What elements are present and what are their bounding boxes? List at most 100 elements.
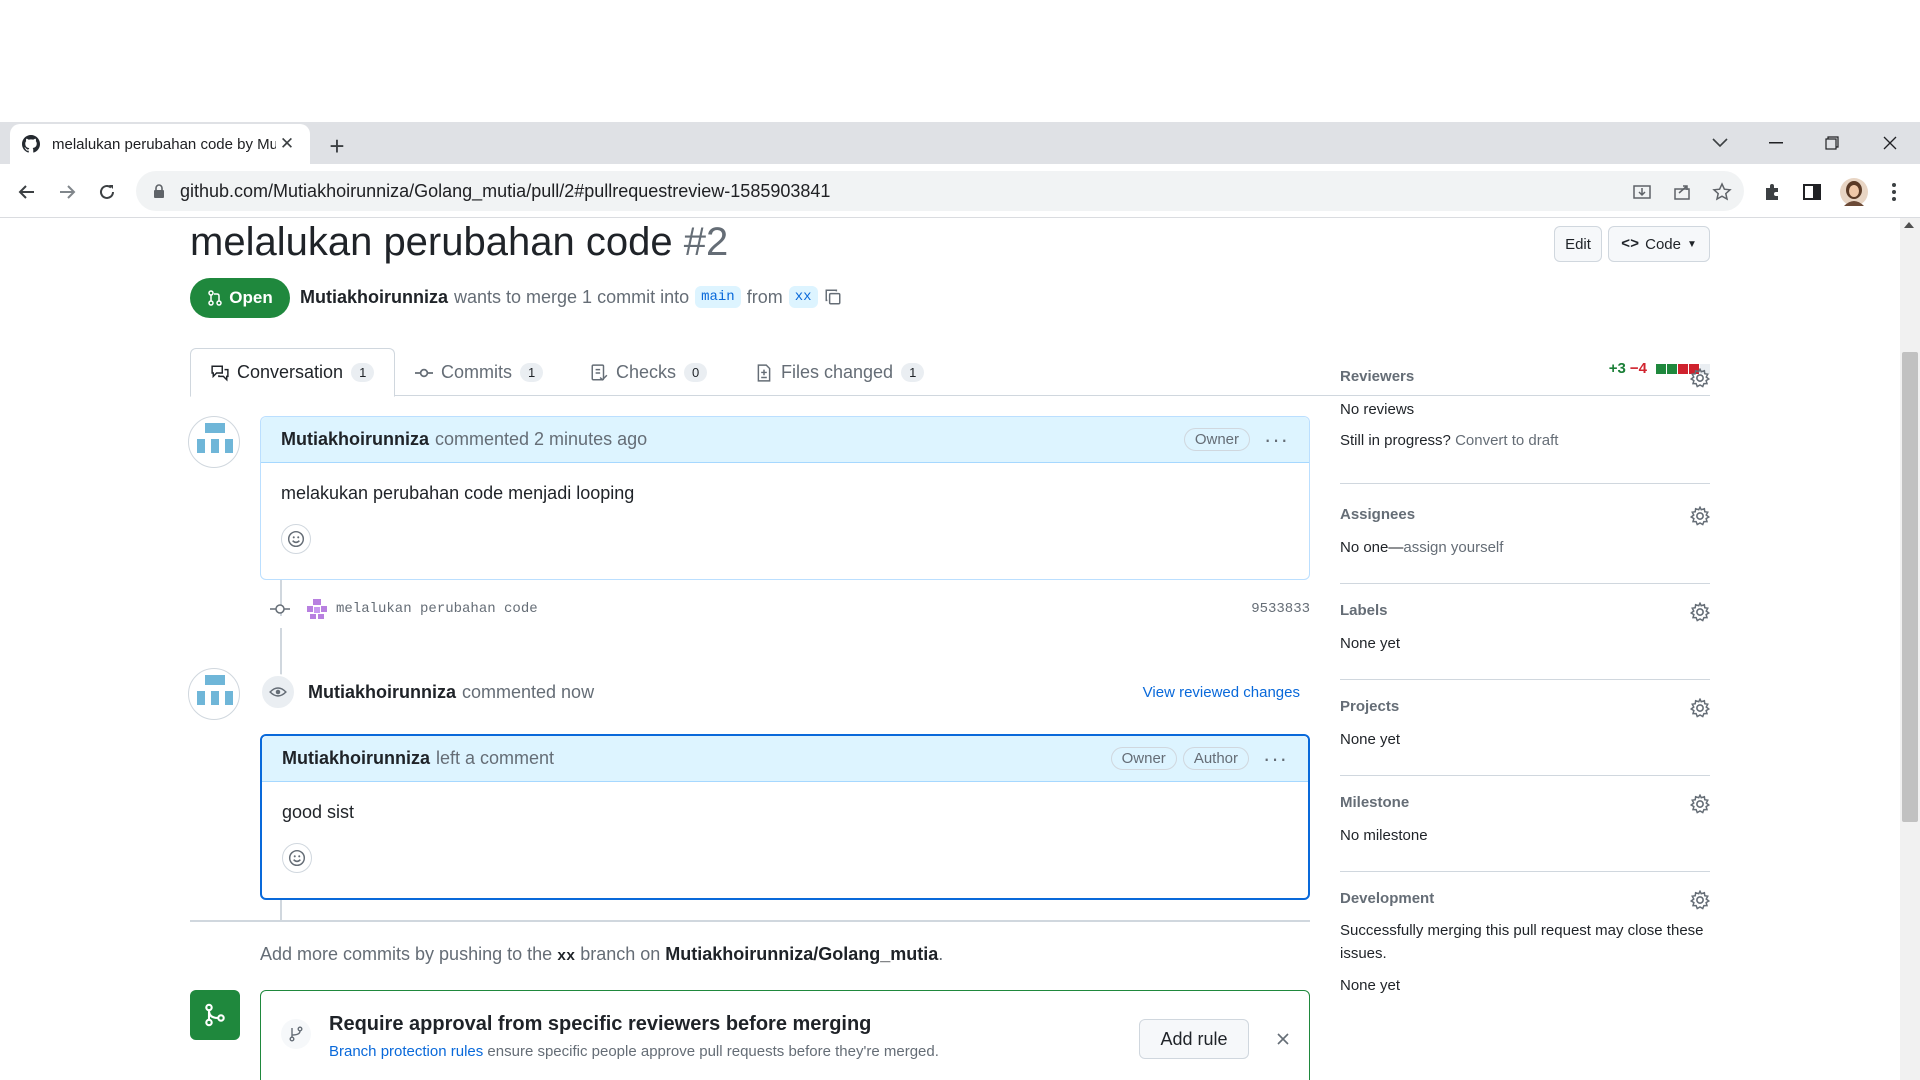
gear-icon[interactable] (1690, 602, 1710, 622)
browser-tabstrip: melalukan perubahan code by Mutiakhoirun… (0, 122, 1920, 164)
timeline-line (280, 628, 282, 676)
tab-label: Conversation (237, 362, 344, 382)
browser-tab[interactable]: melalukan perubahan code by Mutiakhoirun… (10, 124, 310, 164)
back-icon[interactable] (12, 177, 42, 207)
close-window-icon[interactable] (1862, 122, 1918, 164)
gear-icon[interactable] (1690, 506, 1710, 526)
pr-number: #2 (683, 220, 729, 264)
commit-sha[interactable]: 9533833 (1251, 601, 1310, 617)
add-more-commits-text: Add more commits by pushing to the xx br… (260, 944, 943, 965)
review-action: commented now (462, 681, 595, 702)
avatar[interactable] (188, 416, 240, 468)
timeline-divider (190, 920, 1310, 922)
share-icon[interactable] (1670, 180, 1694, 204)
add-rule-label: Add rule (1160, 1028, 1228, 1049)
comment-discussion-icon (211, 365, 229, 382)
git-pull-request-icon (208, 290, 223, 306)
tab-search-icon[interactable] (1692, 122, 1748, 164)
sidebar-title: Reviewers (1340, 368, 1415, 385)
pr-title-text: melalukan perubahan code (190, 220, 673, 264)
bookmark-star-icon[interactable] (1710, 180, 1734, 204)
address-bar[interactable]: github.com/Mutiakhoirunniza/Golang_mutia… (136, 171, 1744, 211)
git-branch-icon (281, 1019, 311, 1049)
rule-text: ensure specific people approve pull requ… (487, 1043, 939, 1060)
tab-label: Files changed (781, 362, 894, 382)
chrome-menu-icon[interactable] (1882, 180, 1906, 204)
new-tab-button[interactable]: + (322, 132, 352, 162)
tab-label: Commits (441, 362, 512, 382)
gear-icon[interactable] (1690, 794, 1710, 814)
repo-link[interactable]: Mutiakhoirunniza/Golang_mutia (665, 944, 938, 964)
comment-author[interactable]: Mutiakhoirunniza (281, 429, 429, 450)
progress-text: Still in progress? (1340, 432, 1451, 449)
convert-to-draft-link[interactable]: Convert to draft (1455, 432, 1558, 449)
head-branch[interactable]: xx (788, 286, 818, 308)
copy-icon[interactable] (824, 288, 842, 306)
sidebar-text: No milestone (1340, 827, 1428, 844)
sidebar-title: Projects (1340, 698, 1400, 715)
from-text: from (746, 286, 783, 307)
lock-icon (154, 184, 164, 198)
comment-box: Mutiakhoirunniza commented 2 minutes ago… (260, 416, 1310, 580)
tab-files-changed[interactable]: Files changed 1 (735, 348, 944, 397)
comment-body: good sist (282, 802, 355, 822)
kebab-menu-icon[interactable]: ··· (1264, 427, 1289, 453)
git-merge-icon (190, 990, 240, 1040)
review-header: Mutiakhoirunniza commented now View revi… (260, 674, 1310, 710)
base-branch[interactable]: main (695, 286, 741, 308)
commit-message[interactable]: melalukan perubahan code (336, 601, 538, 617)
scroll-up-icon[interactable] (1904, 222, 1914, 228)
comment-author[interactable]: Mutiakhoirunniza (282, 748, 430, 769)
assign-yourself-link[interactable]: assign yourself (1403, 539, 1503, 556)
comment-body: melakukan perubahan code menjadi looping (281, 483, 635, 503)
gear-icon[interactable] (1690, 698, 1710, 718)
gear-icon[interactable] (1690, 890, 1710, 910)
sidebar-assignees: Assignees No one—assign yourself (1340, 506, 1710, 584)
forward-icon[interactable] (52, 177, 82, 207)
merge-text: wants to merge 1 commit into (454, 286, 690, 307)
tab-counter: 1 (351, 363, 375, 382)
tab-counter: 1 (520, 363, 544, 382)
blank-area (0, 0, 1920, 122)
comment-header: Mutiakhoirunniza left a comment Owner Au… (262, 736, 1308, 782)
branch-protection-link[interactable]: Branch protection rules (329, 1043, 483, 1060)
pr-author-link[interactable]: Mutiakhoirunniza (300, 287, 448, 308)
install-app-icon[interactable] (1630, 180, 1654, 204)
avatar[interactable] (188, 668, 240, 720)
scrollbar-thumb[interactable] (1902, 352, 1918, 822)
view-reviewed-changes-link[interactable]: View reviewed changes (1143, 684, 1300, 701)
branch-protection-prompt: Require approval from specific reviewers… (260, 990, 1310, 1080)
review-comment-box: Mutiakhoirunniza left a comment Owner Au… (260, 734, 1310, 900)
add-reaction-button[interactable] (282, 843, 312, 873)
tab-checks[interactable]: Checks 0 (570, 348, 727, 397)
extensions-icon[interactable] (1760, 180, 1784, 204)
tab-conversation[interactable]: Conversation 1 (190, 348, 396, 397)
sidebar-text: None yet (1340, 731, 1401, 748)
dismiss-icon[interactable] (1271, 1027, 1295, 1051)
restore-icon[interactable] (1804, 122, 1860, 164)
add-rule-button[interactable]: Add rule (1139, 1019, 1249, 1059)
minimize-icon[interactable] (1748, 122, 1804, 164)
gear-icon[interactable] (1690, 368, 1710, 388)
smiley-icon (287, 530, 305, 548)
review-author[interactable]: Mutiakhoirunniza (308, 682, 456, 703)
code-button[interactable]: <> Code ▼ (1608, 226, 1710, 262)
add-reaction-button[interactable] (281, 524, 311, 554)
edit-button[interactable]: Edit (1554, 226, 1602, 262)
avatar[interactable] (306, 598, 328, 620)
owner-badge: Owner (1183, 428, 1251, 451)
sidebar-title: Milestone (1340, 794, 1410, 811)
profile-avatar[interactable] (1840, 178, 1868, 206)
tab-close-icon[interactable]: ✕ (276, 133, 298, 155)
kebab-menu-icon[interactable]: ··· (1263, 746, 1288, 772)
sidebar-labels: Labels None yet (1340, 602, 1710, 680)
draft-prompt: Still in progress? Convert to draft (1340, 432, 1710, 449)
github-icon (22, 135, 40, 153)
side-panel-icon[interactable] (1800, 180, 1824, 204)
caret-down-icon: ▼ (1686, 238, 1697, 250)
comment-header: Mutiakhoirunniza commented 2 minutes ago… (261, 417, 1309, 463)
assignees-text: No one—assign yourself (1340, 539, 1710, 556)
tab-commits[interactable]: Commits 1 (395, 348, 563, 397)
reload-icon[interactable] (92, 177, 122, 207)
branch-name: xx (557, 948, 576, 965)
